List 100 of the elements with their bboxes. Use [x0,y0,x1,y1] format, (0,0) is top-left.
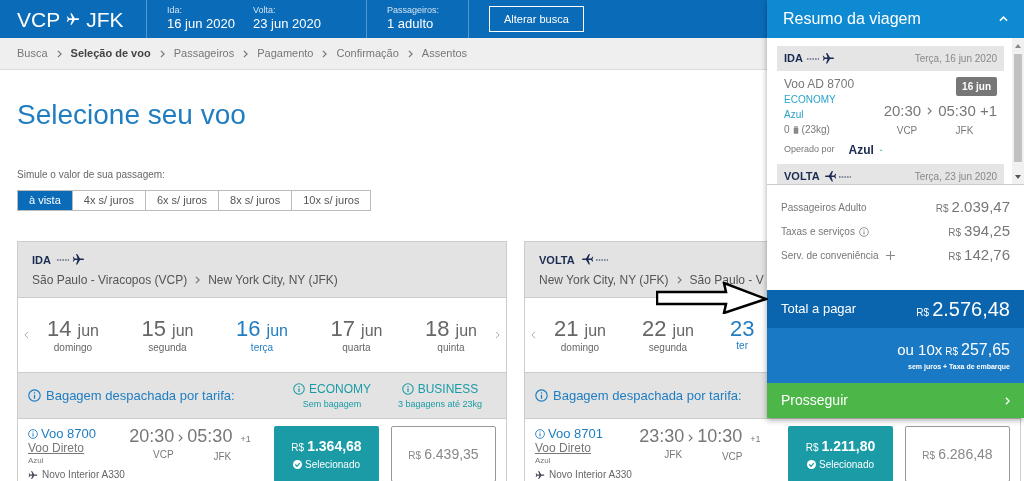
date-option[interactable]: 21 jun domingo [554,317,606,353]
airport-code: JFK [212,449,233,464]
breadcrumb-link[interactable]: Assentos [421,45,468,62]
currency-symbol: R$ [916,306,930,320]
charge-amount: 2.039,47 [951,197,1010,218]
currency-symbol: R$ [935,202,949,217]
breadcrumb-link[interactable]: Seleção de voo [70,45,151,62]
dashed-plane-right-icon [806,52,835,65]
chevron-up-icon[interactable] [999,16,1008,22]
currency-symbol: R$ [948,250,962,265]
fare-class-note: 3 bagagens até 23kg [397,397,483,411]
chevron-right-icon [322,49,328,58]
route-origin: New York City, NY (JFK) [539,271,669,289]
date-option[interactable]: 23 ter [729,317,755,353]
fare-button[interactable]: R$ 6.439,35 [391,426,496,481]
chevron-right-icon [159,49,165,58]
check-circle-icon [806,460,816,469]
breadcrumb-link[interactable]: Pagamento [257,45,314,62]
currency-symbol: R$ [945,345,959,360]
flight-number: Voo AD 8700 [784,77,856,92]
leg-date: Terça, 16 jun 2020 [914,52,997,66]
info-icon [535,428,545,439]
suitcase-icon [792,125,799,134]
airport-code: JFK [663,447,684,462]
date-option[interactable]: 17 jun quarta [330,317,383,353]
direct-flight-link[interactable]: Voo Direto [535,441,592,456]
date-option[interactable]: 15 jun segunda [141,317,194,353]
chevron-left-icon[interactable] [531,331,536,339]
bag-count: 0 [784,123,790,137]
installment-tab[interactable]: 6x s/ juros [144,190,220,211]
chevron-right-icon [688,434,694,442]
date-option[interactable]: 14 jun domingo [47,317,99,353]
field-value: 16 jun 2020 [167,15,236,33]
operated-by-label: Operado por [784,143,835,157]
date-option[interactable]: 16 jun terça [236,317,288,353]
leg-label: VOLTA [784,169,820,184]
departure-time: 20:30 [883,101,922,121]
charge-label: Passageiros Adulto [781,201,867,215]
flight-number[interactable]: Voo 8700 [41,426,96,441]
simulate-label: Simule o valor de sua passagem: [17,168,165,182]
installment-tab[interactable]: à vista [17,190,73,211]
airline-logo-text: Azul [848,142,874,159]
aircraft-name: Novo Interior A330 [549,469,632,481]
check-circle-icon [292,460,302,469]
fare-class-name: ECONOMY [309,380,371,398]
panel-title: Resumo da viagem [783,9,921,29]
proceed-button[interactable]: Prosseguir [767,383,1024,418]
chevron-left-icon[interactable] [24,331,29,339]
fare-class-name: BUSINESS [417,380,479,398]
airline-name: Azul [28,456,45,466]
chevron-right-icon [178,434,184,442]
plane-left-dashed-icon [823,170,852,183]
airport-code: VCP [720,449,744,464]
fare-button[interactable]: R$ 1.364,68 Selecionado [274,426,379,481]
field-value: 1 adulto [387,15,435,33]
direct-flight-link[interactable]: Voo Direto [28,441,85,456]
charge-amount: 394,25 [964,221,1010,242]
chevron-right-icon [927,107,933,116]
airport-code: VCP [895,123,919,138]
installment-tab[interactable]: 4x s/ juros [71,190,146,211]
fare-button[interactable]: R$ 6.286,48 [905,426,1010,481]
date-option[interactable]: 18 jun quinta [425,317,477,353]
leg-label: IDA [32,253,51,268]
field-value: 23 jun 2020 [253,15,322,33]
installment-tab[interactable]: 10x s/ juros [291,190,372,211]
breadcrumb-link[interactable]: Passageiros [173,45,235,62]
currency-symbol: R$ [948,226,962,241]
baggage-label: Bagagem despachada por tarifa: [46,386,235,405]
plane-icon [66,12,81,26]
charge-label: Taxas e serviços [781,225,855,239]
total-label: Total a pagar [781,300,857,319]
field-label: Passageiros: [387,5,441,15]
plus-icon[interactable] [885,251,895,260]
installment-tab[interactable]: 8x s/ juros [218,190,293,211]
change-search-button[interactable]: Alterar busca [489,6,584,32]
airline-name: Azul [535,456,552,466]
chevron-right-icon[interactable] [495,331,500,339]
leg-date: Terça, 23 jun 2020 [914,170,997,184]
fare-class-note: Sem bagagem [302,397,362,411]
page-title: Selecione seu voo [17,98,246,132]
airport-code: JFK [954,123,975,138]
breadcrumb-link[interactable]: Confirmação [336,45,399,62]
bag-weight: (23kg) [801,123,830,137]
airport-code: VCP [152,447,175,462]
chevron-right-icon [1005,396,1010,405]
day-offset: +1 [750,433,761,446]
plane-icon [28,470,38,480]
date-option[interactable]: 22 jun segunda [641,317,694,353]
leg-label: IDA [784,51,803,67]
route-origin: São Paulo - Viracopos (VCP) [32,271,188,289]
route-origin: VCP [17,8,61,30]
departure-time: 20:30 [129,426,175,446]
plane-left-dashed-icon [580,254,609,267]
flight-number[interactable]: Voo 8701 [548,426,603,441]
breadcrumb-link[interactable]: Busca [17,45,48,62]
info-icon [28,428,38,439]
fare-button[interactable]: R$ 1.211,80 Selecionado [788,426,893,481]
fare-class: ECONOMY [784,93,837,107]
route-destination: New York City, NY (JFK) [208,271,338,289]
arrival-time: 05:30 [187,426,233,446]
